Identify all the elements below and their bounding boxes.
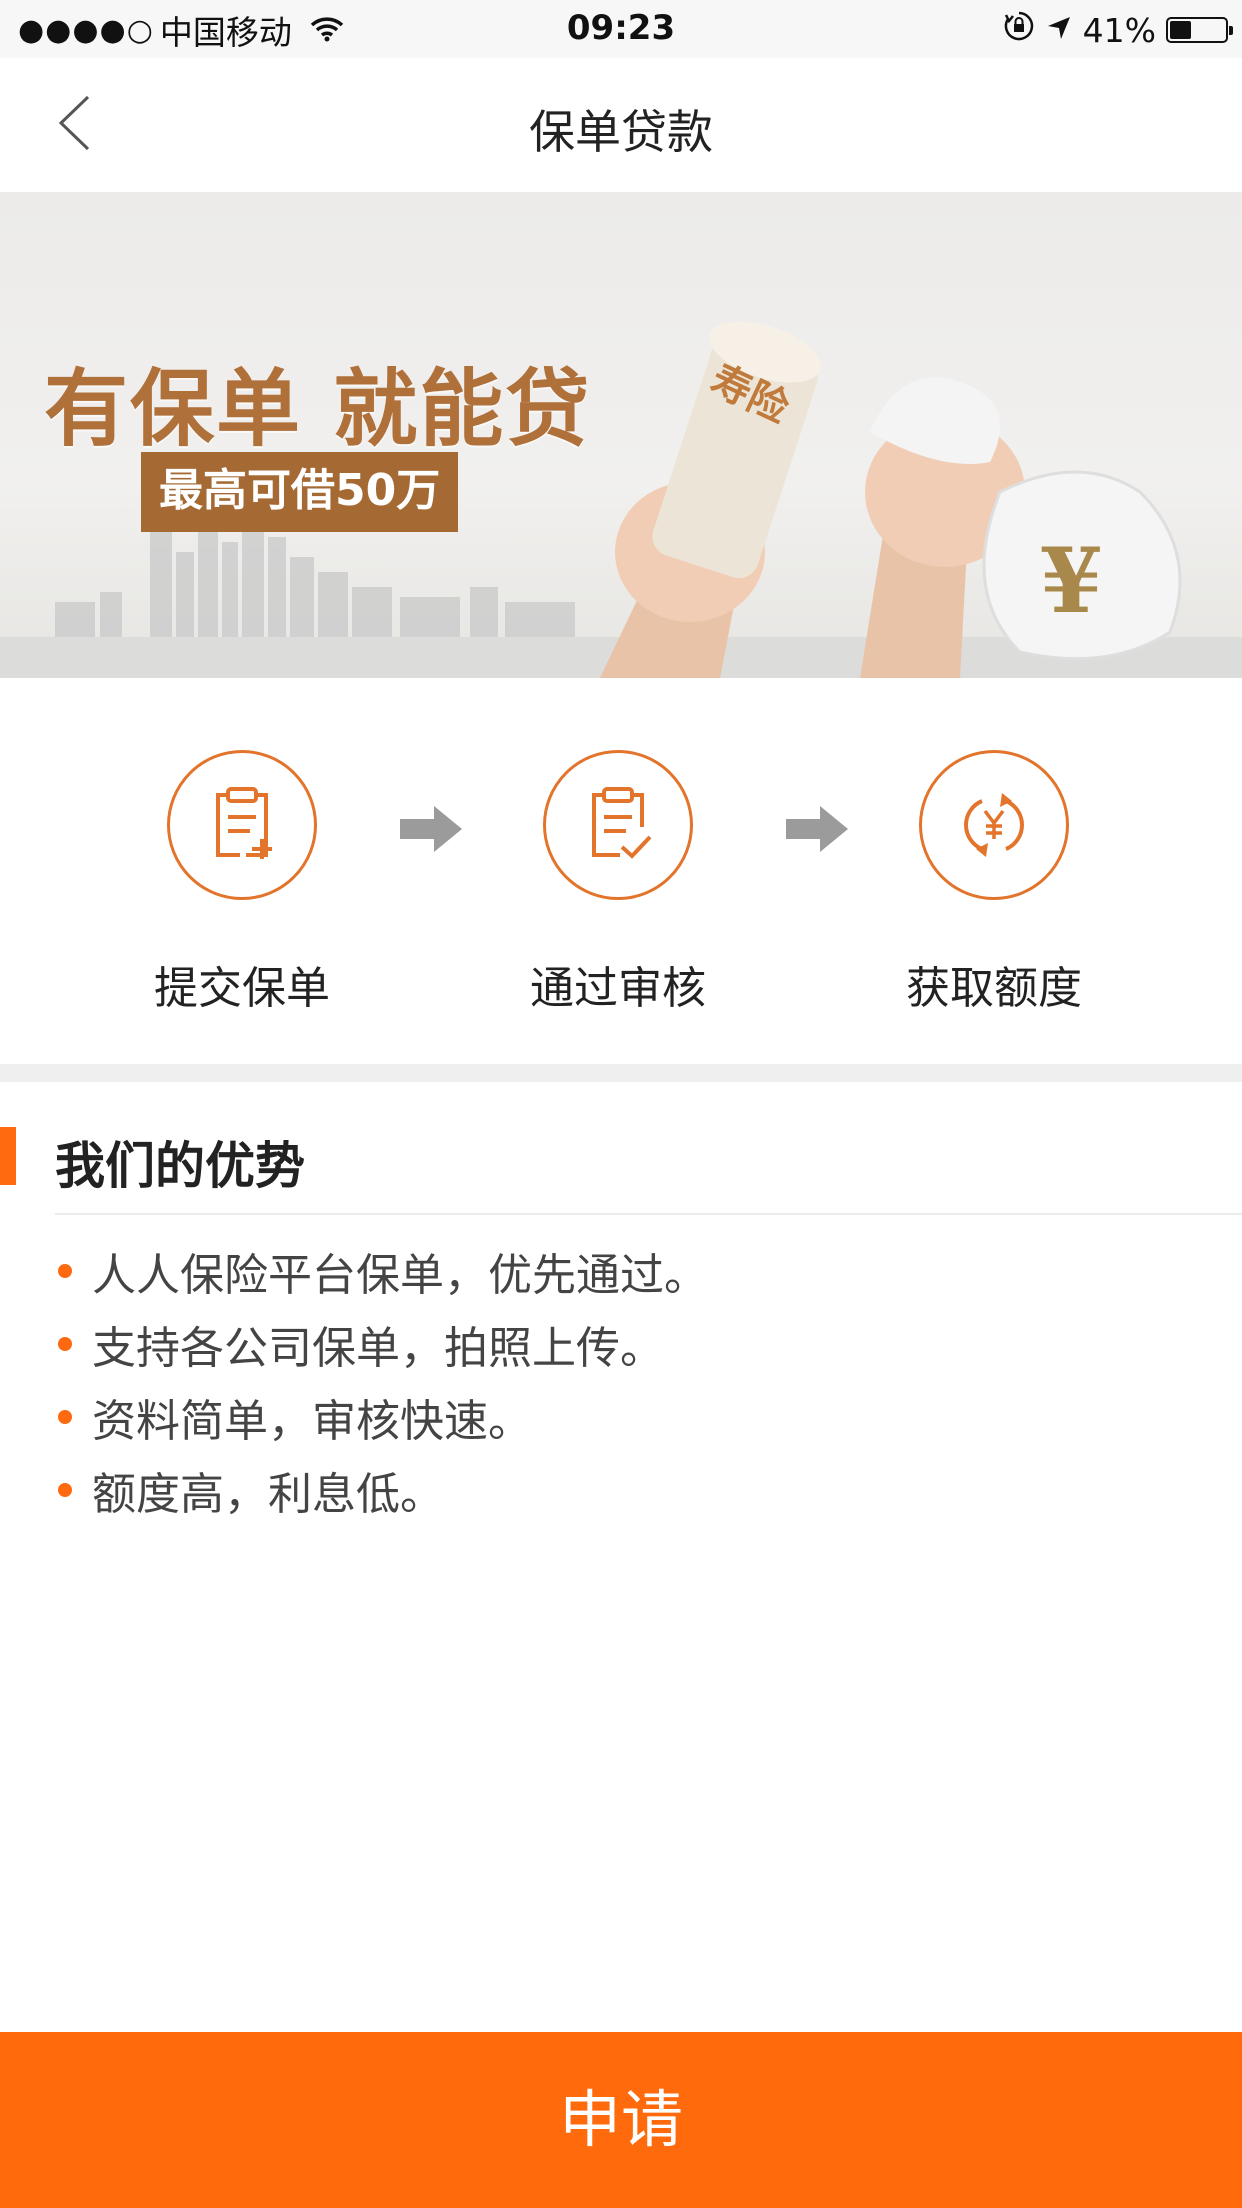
process-steps: 提交保单 通过审核 获取额度 — [0, 678, 1242, 1064]
arrow-right-icon — [400, 806, 462, 852]
advantage-text: 资料简单，审核快速。 — [92, 1395, 532, 1447]
bullet-dot-icon — [58, 1263, 72, 1278]
list-item: 支持各公司保单，拍照上传。 — [58, 1307, 708, 1380]
yuan-bag-symbol: ¥ — [1040, 528, 1103, 634]
status-bar: ●●●●○ 中国移动 09:23 41% — [0, 0, 1242, 58]
apply-button[interactable]: 申请 — [0, 2032, 1242, 2208]
bullet-dot-icon — [58, 1482, 72, 1497]
step-label: 获取额度 — [906, 963, 1082, 1014]
advantages-title: 我们的优势 — [55, 1137, 305, 1195]
section-divider — [0, 1064, 1242, 1082]
advantage-text: 额度高，利息低。 — [92, 1468, 444, 1520]
list-item: 资料简单，审核快速。 — [58, 1380, 708, 1453]
yuan-cycle-icon — [964, 793, 1024, 857]
advantages-header: 我们的优势 — [0, 1082, 1242, 1215]
advantage-text: 支持各公司保单，拍照上传。 — [92, 1322, 664, 1374]
status-right: 41% — [993, 10, 1233, 50]
step-pass-review: 通过审核 — [498, 750, 738, 1016]
step-label: 提交保单 — [154, 963, 330, 1014]
arrow-right-icon — [786, 806, 848, 852]
step-icon-circle — [167, 750, 317, 900]
step-icon-circle — [543, 750, 693, 900]
page-title: 保单贷款 — [529, 105, 713, 159]
clipboard-check-icon — [592, 787, 652, 859]
step-get-quota: 获取额度 — [874, 750, 1114, 1016]
rotation-lock-icon — [1003, 10, 1035, 50]
battery-icon — [1166, 17, 1233, 43]
banner-sub-slogan: 最高可借50万 — [141, 452, 459, 532]
list-item: 人人保险平台保单，优先通过。 — [58, 1234, 708, 1307]
list-item: 额度高，利息低。 — [58, 1453, 708, 1526]
step-submit-policy: 提交保单 — [122, 750, 362, 1016]
advantage-text: 人人保险平台保单，优先通过。 — [92, 1249, 708, 1301]
battery-fill — [1170, 21, 1191, 39]
header-divider — [55, 1213, 1242, 1215]
location-arrow-icon — [1045, 11, 1073, 50]
step-icon-circle — [919, 750, 1069, 900]
clipboard-add-icon — [216, 787, 272, 859]
bullet-dot-icon — [58, 1336, 72, 1351]
nav-bar: 保单贷款 — [0, 58, 1242, 192]
promo-banner[interactable]: 寿险 ¥ 有保单 就能贷 最高可借50万 — [0, 192, 1242, 678]
battery-percent: 41% — [1082, 10, 1156, 50]
section-accent-bar — [0, 1127, 16, 1185]
advantages-list: 人人保险平台保单，优先通过。 支持各公司保单，拍照上传。 资料简单，审核快速。 … — [58, 1234, 708, 1526]
banner-slogan: 有保单 就能贷 — [44, 360, 592, 458]
advantages-section: 我们的优势 人人保险平台保单，优先通过。 支持各公司保单，拍照上传。 资料简单，… — [0, 1082, 1242, 1520]
step-label: 通过审核 — [530, 963, 706, 1014]
bullet-dot-icon — [58, 1409, 72, 1424]
